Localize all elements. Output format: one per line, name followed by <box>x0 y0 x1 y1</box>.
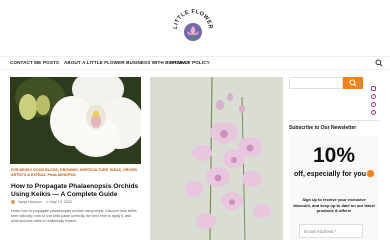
promo-subtitle: off, especially for you <box>289 170 379 179</box>
promo-description: Sign up to receive your exclusive discou… <box>293 197 375 214</box>
author-avatar <box>11 200 15 205</box>
gift-icon <box>366 170 374 177</box>
post-title[interactable]: How to Propagate Phalaenopsis Orchids Us… <box>11 183 139 199</box>
nav-privacy-policy[interactable]: PRIVACY POLICY <box>170 60 210 65</box>
white-orchid-image <box>10 77 141 164</box>
sidebar-divider <box>289 120 379 121</box>
newsletter-heading: Subscribe to Our Newsletter <box>289 125 357 131</box>
nav-posts[interactable]: POSTS <box>43 60 59 65</box>
pink-orchid-image <box>150 77 283 240</box>
youtube-icon[interactable] <box>371 102 376 107</box>
promo-subtitle-text: off, especially for you <box>294 171 366 178</box>
sidebar-search-input[interactable] <box>289 77 343 89</box>
post-author[interactable]: Sanja Harrison <box>18 200 42 204</box>
instagram-icon[interactable] <box>371 86 376 91</box>
search-icon[interactable] <box>375 59 383 67</box>
main-navigation: CONTACT ME POSTS ABOUT A LITTLE FLOWER B… <box>0 56 390 70</box>
post-thumbnail-orchid[interactable] <box>10 77 141 164</box>
mail-icon[interactable] <box>371 110 376 115</box>
post-date: May 10, 2023 <box>49 200 72 204</box>
search-icon <box>349 79 357 87</box>
post-categories[interactable]: FOR NEWLY GOOD BLOGS, GROWING, HORTICULT… <box>11 168 139 178</box>
pinterest-icon[interactable] <box>371 94 376 99</box>
clock-icon: ◷ <box>45 200 49 204</box>
post-excerpt: Learn how to propagate phalaenopsis orch… <box>11 209 137 223</box>
post-meta: Sanja Harrison ◷ May 10, 2023 <box>11 200 72 205</box>
promo-discount: 10% <box>312 144 356 167</box>
newsletter-email-field[interactable] <box>299 224 363 238</box>
flower-logo-icon: LITTLE FLOWER BUSINESS <box>166 0 213 41</box>
sidebar-search-button[interactable] <box>343 77 363 89</box>
nav-contact-me[interactable]: CONTACT ME <box>10 60 41 65</box>
site-logo[interactable]: LITTLE FLOWER BUSINESS <box>166 0 218 52</box>
featured-orchid-image[interactable] <box>150 77 283 240</box>
